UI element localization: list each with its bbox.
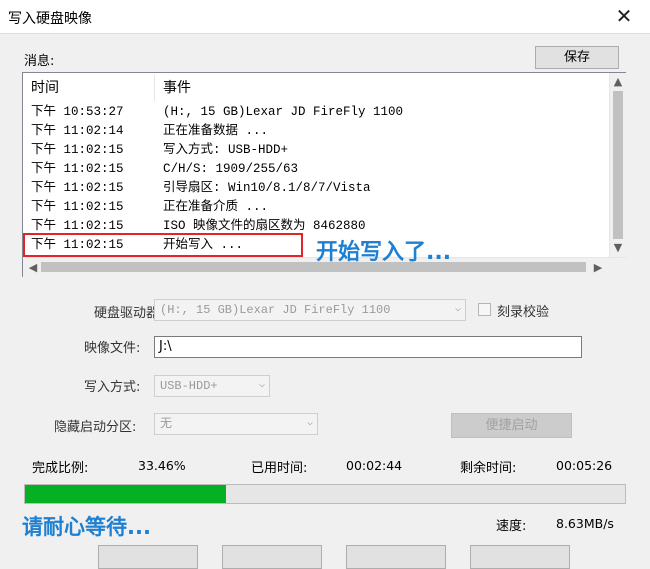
scroll-thumb-horizontal[interactable] <box>41 262 586 272</box>
column-header-time[interactable]: 时间 <box>31 73 59 103</box>
message-time: 下午 11:02:15 <box>31 143 124 157</box>
speed-label: 速度: <box>496 519 527 534</box>
message-time: 下午 11:02:14 <box>31 124 124 138</box>
save-button[interactable]: 保存 <box>535 46 619 69</box>
message-row[interactable]: 下午 11:02:15 C/H/S: 1909/255/63 <box>23 160 608 179</box>
remaining-value: 00:05:26 <box>556 458 613 473</box>
vertical-scrollbar[interactable]: ▲ ▼ <box>609 73 626 257</box>
message-row[interactable]: 下午 11:02:15 写入方式: USB-HDD+ <box>23 141 608 160</box>
message-row[interactable]: 下午 11:02:15 引导扇区: Win10/8.1/8/7/Vista <box>23 179 608 198</box>
hidden-partition-label: 隐藏启动分区: <box>54 420 137 435</box>
message-row[interactable]: 下午 11:02:15 正在准备介质 ... <box>23 198 608 217</box>
annotation-wait: 请耐心等待... <box>22 515 151 539</box>
message-row[interactable]: 下午 11:02:14 正在准备数据 ... <box>23 122 608 141</box>
drive-label: 硬盘驱动器: <box>94 306 164 321</box>
annotation-writing: 开始写入了... <box>316 240 452 265</box>
image-path-field[interactable]: J:\ <box>154 336 582 358</box>
highlight-box <box>23 233 303 257</box>
message-event: 引导扇区: Win10/8.1/8/7/Vista <box>163 181 371 195</box>
message-event: 写入方式: USB-HDD+ <box>163 143 289 157</box>
drive-select[interactable]: (H:, 15 GB)Lexar JD FireFly 1100 ⌵ <box>154 299 466 321</box>
bottom-button-3[interactable] <box>346 545 446 569</box>
progress-fill <box>25 485 226 503</box>
scroll-down-icon[interactable]: ▼ <box>610 241 626 254</box>
speed-value: 8.63MB/s <box>556 516 614 531</box>
message-event: 正在准备数据 ... <box>163 124 269 138</box>
chevron-down-icon: ⌵ <box>454 304 461 315</box>
bottom-button-1[interactable] <box>98 545 198 569</box>
elapsed-label: 已用时间: <box>251 461 308 476</box>
message-row[interactable]: 下午 10:53:27 (H:, 15 GB)Lexar JD FireFly 1… <box>23 103 608 122</box>
verify-checkbox[interactable] <box>478 303 491 316</box>
progress-label: 完成比例: <box>32 461 89 476</box>
window-title: 写入硬盘映像 <box>8 11 92 27</box>
drive-select-value: (H:, 15 GB)Lexar JD FireFly 1100 <box>160 303 391 317</box>
title-bar: 写入硬盘映像 ✕ <box>0 0 650 34</box>
message-event: (H:, 15 GB)Lexar JD FireFly 1100 <box>163 105 404 119</box>
chevron-down-icon: ⌵ <box>306 418 313 429</box>
write-mode-value: USB-HDD+ <box>160 379 218 393</box>
chevron-down-icon: ⌵ <box>258 380 265 391</box>
bottom-button-4[interactable] <box>470 545 570 569</box>
write-mode-label: 写入方式: <box>84 380 141 395</box>
scroll-left-icon[interactable]: ◀ <box>27 261 39 274</box>
messages-label: 消息: <box>24 54 55 69</box>
message-time: 下午 11:02:15 <box>31 200 124 214</box>
message-time: 下午 11:02:15 <box>31 162 124 176</box>
message-event: C/H/S: 1909/255/63 <box>163 162 299 176</box>
hidden-partition-select[interactable]: 无 ⌵ <box>154 413 318 435</box>
column-separator <box>154 75 155 101</box>
progress-bar <box>24 484 626 504</box>
elapsed-value: 00:02:44 <box>346 458 403 473</box>
image-path-value: J:\ <box>159 339 172 354</box>
close-icon[interactable]: ✕ <box>612 4 636 28</box>
quick-boot-button[interactable]: 便捷启动 <box>451 413 572 438</box>
message-event: 正在准备介质 ... <box>163 200 269 214</box>
scroll-thumb[interactable] <box>613 91 623 239</box>
progress-value: 33.46% <box>138 458 186 473</box>
scroll-up-icon[interactable]: ▲ <box>610 75 626 88</box>
write-mode-select[interactable]: USB-HDD+ ⌵ <box>154 375 270 397</box>
message-time: 下午 10:53:27 <box>31 105 124 119</box>
scroll-right-icon[interactable]: ▶ <box>592 261 604 274</box>
hidden-partition-value: 无 <box>160 417 173 431</box>
column-header-event[interactable]: 事件 <box>163 73 191 103</box>
message-time: 下午 11:02:15 <box>31 181 124 195</box>
remaining-label: 剩余时间: <box>460 461 517 476</box>
bottom-button-2[interactable] <box>222 545 322 569</box>
image-label: 映像文件: <box>84 341 141 356</box>
verify-label: 刻录校验 <box>497 305 550 320</box>
